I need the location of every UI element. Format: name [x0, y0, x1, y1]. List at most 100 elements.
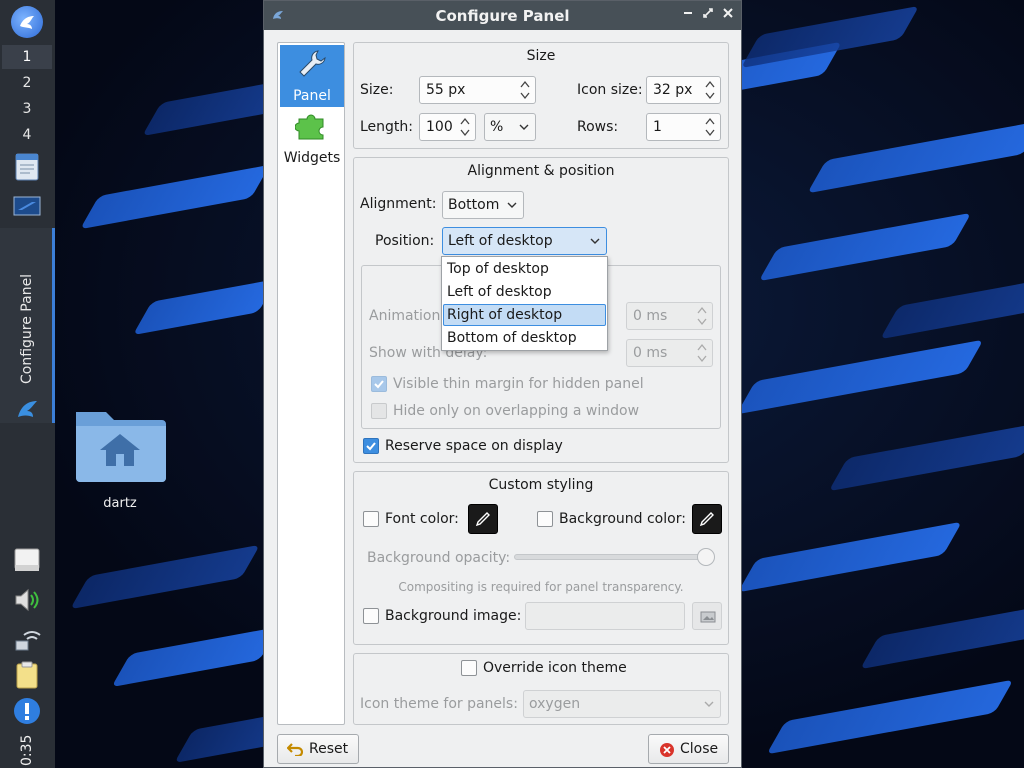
font-color-label: Font color: [385, 511, 459, 527]
background-image-field[interactable] [525, 602, 685, 630]
maximize-icon [703, 8, 713, 18]
spin-arrows-icon[interactable] [519, 79, 531, 101]
wallpaper-streak [79, 164, 271, 230]
text-editor-icon[interactable] [12, 152, 42, 182]
maximize-button[interactable] [700, 7, 716, 23]
clock[interactable]: 0:35 [19, 735, 35, 766]
puzzle-icon [295, 114, 324, 140]
wallpaper-streak [758, 212, 972, 282]
desktop-switch-3[interactable]: 3 [2, 97, 52, 121]
main-menu-button[interactable] [11, 6, 43, 38]
desktop-switch-1[interactable]: 1 [2, 45, 52, 69]
background-image-checkbox[interactable] [363, 608, 379, 624]
length-spinbox[interactable]: 100 [419, 113, 476, 141]
slider-handle[interactable] [697, 548, 715, 566]
size-value: 55 px [426, 82, 466, 98]
position-combo[interactable]: Left of desktop [442, 227, 607, 255]
alignment-label: Alignment: [360, 196, 437, 212]
spin-arrows-icon[interactable] [696, 305, 708, 327]
sidebar-item-panel[interactable]: Panel [280, 45, 344, 107]
checkmark-icon [366, 442, 376, 451]
wallpaper-streak [859, 604, 1024, 670]
wallpaper-streak [879, 274, 1024, 340]
background-color-button[interactable] [692, 504, 722, 534]
dropdown-option-top[interactable]: Top of desktop [443, 258, 606, 280]
spin-arrows-icon[interactable] [696, 342, 708, 364]
alignment-value: Bottom [448, 197, 500, 213]
dialog-title: Configure Panel [435, 7, 570, 25]
removable-drive-icon[interactable] [12, 545, 42, 575]
close-window-button[interactable] [720, 7, 736, 23]
close-icon [723, 8, 733, 18]
icon-size-spinbox[interactable]: 32 px [646, 76, 721, 104]
font-color-button[interactable] [468, 504, 498, 534]
wallpaper-streak [69, 544, 261, 610]
override-icon-theme-checkbox[interactable] [461, 660, 477, 676]
group-title: Custom styling [488, 477, 594, 493]
reset-button[interactable]: Reset [277, 734, 359, 764]
length-label: Length: [360, 119, 414, 135]
size-spinbox[interactable]: 55 px [419, 76, 536, 104]
thin-margin-label: Visible thin margin for hidden panel [393, 376, 644, 392]
dropdown-option-bottom[interactable]: Bottom of desktop [443, 327, 606, 349]
background-image-browse-button[interactable] [692, 602, 722, 630]
animation-value: 0 ms [633, 308, 668, 324]
chevron-down-icon [519, 124, 529, 130]
home-folder-icon [76, 412, 166, 482]
group-title: Alignment & position [467, 163, 615, 179]
position-label: Position: [375, 233, 435, 249]
icon-theme-combo[interactable]: oxygen [523, 690, 721, 718]
show-delay-spinbox[interactable]: 0 ms [626, 339, 713, 367]
spin-arrows-icon[interactable] [704, 116, 716, 138]
sidebar-item-label: Panel [293, 88, 331, 104]
minimize-button[interactable] [680, 7, 696, 23]
desktop-folder-home[interactable]: dartz [72, 402, 168, 511]
background-color-checkbox[interactable] [537, 511, 553, 527]
wallpaper-streak [111, 626, 279, 688]
wallpaper-streak [807, 120, 1024, 194]
background-opacity-label: Background opacity: [367, 550, 511, 566]
thin-margin-checkbox[interactable] [371, 376, 387, 392]
wallpaper-streak [766, 679, 1014, 755]
window-app-icon [18, 401, 37, 417]
dropdown-option-left[interactable]: Left of desktop [443, 281, 606, 303]
network-icon[interactable] [12, 625, 42, 655]
sidebar-item-label: Widgets [283, 150, 341, 166]
size-group: Size Size: 55 px Icon size: 32 px Length… [353, 42, 729, 149]
length-unit-combo[interactable]: % [484, 113, 536, 141]
background-opacity-slider[interactable] [514, 554, 710, 560]
rows-label: Rows: [577, 119, 619, 135]
chevron-down-icon [590, 238, 600, 244]
background-color-label: Background color: [559, 511, 686, 527]
eyedropper-icon [699, 512, 714, 527]
hide-overlap-checkbox[interactable] [371, 403, 387, 419]
hide-overlap-label: Hide only on overlapping a window [393, 403, 640, 419]
undo-icon [287, 743, 303, 756]
title-bar[interactable]: Configure Panel [264, 1, 741, 30]
desktop-show-icon[interactable] [12, 192, 42, 222]
image-browse-icon [700, 611, 716, 623]
eyedropper-icon [475, 512, 490, 527]
spin-arrows-icon[interactable] [459, 116, 471, 138]
configure-panel-dialog: Configure Panel Panel Widgets Size Size: [263, 0, 742, 768]
volume-icon[interactable] [12, 585, 42, 615]
clipboard-icon[interactable] [12, 660, 42, 690]
sidebar: Panel Widgets [277, 42, 345, 725]
font-color-checkbox[interactable] [363, 511, 379, 527]
spin-arrows-icon[interactable] [704, 79, 716, 101]
reserve-space-checkbox[interactable] [363, 438, 379, 454]
notification-icon[interactable] [12, 696, 42, 726]
desktop-switch-4[interactable]: 4 [2, 123, 52, 147]
group-title: Size [526, 48, 556, 64]
chevron-down-icon [507, 202, 517, 208]
close-button[interactable]: Close [648, 734, 729, 764]
sidebar-item-widgets[interactable]: Widgets [280, 107, 344, 169]
desktop-switch-2[interactable]: 2 [2, 71, 52, 95]
animation-label: Animation [369, 308, 441, 324]
rows-spinbox[interactable]: 1 [646, 113, 721, 141]
animation-spinbox[interactable]: 0 ms [626, 302, 713, 330]
icon-theme-label: Icon theme for panels: [360, 696, 518, 712]
taskbar-window-label: Configure Panel [19, 273, 35, 384]
alignment-combo[interactable]: Bottom [442, 191, 524, 219]
dropdown-option-right[interactable]: Right of desktop [443, 304, 606, 326]
